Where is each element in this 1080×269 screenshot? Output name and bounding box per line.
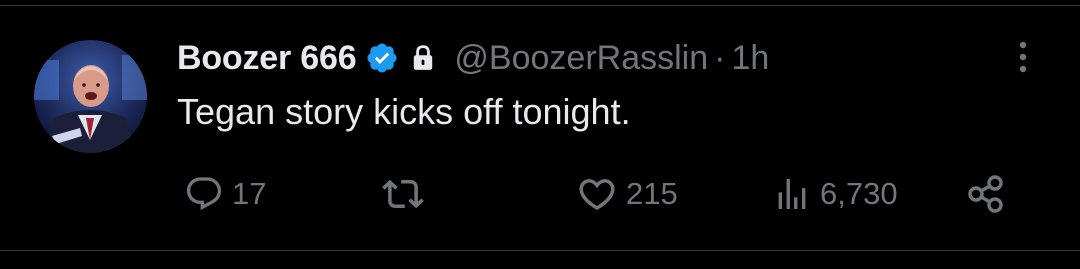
- retweet-icon: [382, 179, 424, 209]
- bottom-divider: [0, 250, 1080, 251]
- lock-icon: [410, 43, 438, 73]
- avatar-image: [34, 40, 147, 153]
- avatar[interactable]: [34, 40, 147, 153]
- tweet-card[interactable]: Boozer 666 @BoozerRasslin · 1h Tegan sto…: [0, 0, 1080, 269]
- tweet-header: Boozer 666 @BoozerRasslin · 1h: [177, 35, 769, 81]
- retweet-button[interactable]: [382, 172, 432, 216]
- like-count: 215: [626, 176, 678, 211]
- display-name[interactable]: Boozer 666: [177, 39, 357, 78]
- heart-icon: [579, 179, 615, 211]
- reply-icon: [186, 177, 222, 211]
- author-handle[interactable]: @BoozerRasslin: [454, 39, 708, 78]
- share-icon: [968, 175, 1003, 213]
- tweet-timestamp[interactable]: 1h: [731, 39, 769, 78]
- views-chart-icon: [778, 179, 806, 209]
- views-button[interactable]: 6,730: [772, 172, 898, 216]
- reply-button[interactable]: 17: [184, 172, 266, 216]
- more-dots-icon: [1019, 41, 1027, 73]
- reply-count: 17: [232, 176, 267, 211]
- share-button[interactable]: [966, 172, 1006, 216]
- like-button[interactable]: 215: [576, 172, 678, 216]
- more-options-button[interactable]: [1006, 40, 1040, 74]
- views-count: 6,730: [820, 176, 898, 211]
- verified-badge-icon[interactable]: [365, 41, 399, 75]
- separator-dot: ·: [714, 38, 726, 77]
- tweet-text: Tegan story kicks off tonight.: [177, 91, 631, 132]
